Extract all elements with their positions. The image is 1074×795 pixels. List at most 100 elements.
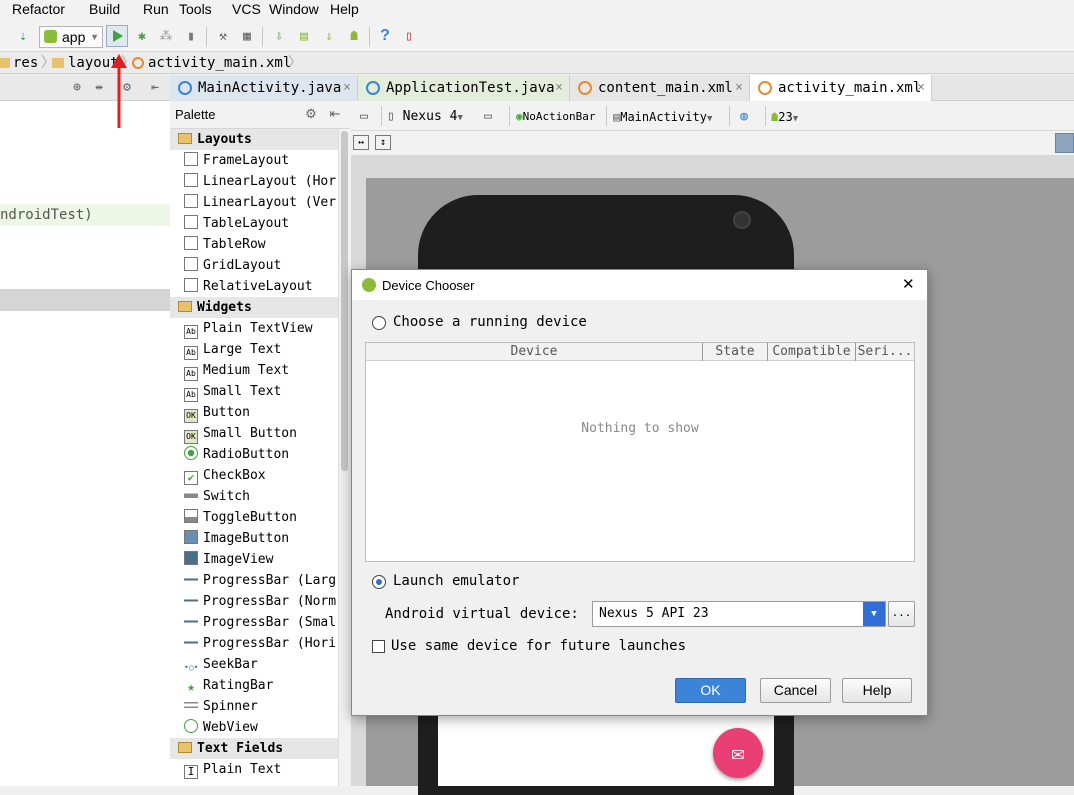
- same-device-checkbox[interactable]: [372, 640, 385, 653]
- menu-help[interactable]: Help: [330, 0, 359, 18]
- zoom-icon[interactable]: [1055, 133, 1074, 153]
- help-icon[interactable]: ?: [376, 27, 394, 45]
- theme-select[interactable]: ◉NoActionBar: [516, 107, 595, 127]
- column-compatible[interactable]: Compatible: [768, 343, 856, 361]
- palette-item-switch[interactable]: Switch: [170, 486, 338, 507]
- android-monitor-icon[interactable]: ☗: [345, 27, 363, 45]
- palette-item-linearlayout-h[interactable]: LinearLayout (Hor: [170, 171, 338, 192]
- palette-item-button[interactable]: OK Button: [170, 402, 338, 423]
- ok-button[interactable]: OK: [675, 678, 746, 703]
- palette-item-tablerow[interactable]: TableRow: [170, 234, 338, 255]
- email-fab[interactable]: ✉: [713, 728, 763, 778]
- palette-item-large-text[interactable]: Ab Large Text: [170, 339, 338, 360]
- scrollbar-thumb[interactable]: [341, 131, 348, 471]
- globe-icon[interactable]: ◍: [735, 107, 753, 125]
- palette-item-tablelayout[interactable]: TableLayout: [170, 213, 338, 234]
- palette-item-progressbar-small[interactable]: ProgressBar (Smal: [170, 612, 338, 633]
- debug-icon[interactable]: ✱: [133, 27, 151, 45]
- hide-panel-icon[interactable]: ⇤: [146, 78, 164, 96]
- palette-item-plain-text[interactable]: I Plain Text: [170, 759, 338, 780]
- palette-item-imagebutton[interactable]: ImageButton: [170, 528, 338, 549]
- column-serial[interactable]: Seri...: [856, 343, 914, 361]
- project-structure-icon[interactable]: ▦: [238, 27, 256, 45]
- close-icon[interactable]: ×: [343, 75, 351, 101]
- palette-item-relativelayout[interactable]: RelativeLayout: [170, 276, 338, 297]
- close-icon[interactable]: ✕: [902, 275, 915, 293]
- palette-item-progressbar-large[interactable]: ProgressBar (Larg: [170, 570, 338, 591]
- palette-item-progressbar-horizontal[interactable]: ProgressBar (Hori: [170, 633, 338, 654]
- sync-gradle-icon[interactable]: ⇩: [270, 27, 288, 45]
- stop-icon[interactable]: ▮: [182, 27, 200, 45]
- tab-activity-main[interactable]: activity_main.xml ×: [750, 75, 932, 101]
- palette-item-small-text[interactable]: Ab Small Text: [170, 381, 338, 402]
- palette-item-checkbox[interactable]: ✔ CheckBox: [170, 465, 338, 486]
- palette-item-framelayout[interactable]: FrameLayout: [170, 150, 338, 171]
- radio-running-device[interactable]: [372, 316, 386, 330]
- device-frame-icon[interactable]: ▭: [355, 107, 373, 125]
- orientation-icon[interactable]: ▭: [479, 107, 497, 125]
- close-icon[interactable]: ×: [917, 75, 925, 101]
- menu-vcs[interactable]: VCS: [232, 0, 261, 18]
- palette-item-linearlayout-v[interactable]: LinearLayout (Ver: [170, 192, 338, 213]
- help-button[interactable]: Help: [842, 678, 912, 703]
- target-icon[interactable]: ⊕: [68, 78, 86, 96]
- make-project-icon[interactable]: ⇣: [14, 27, 32, 45]
- palette-item-togglebutton[interactable]: ToggleButton: [170, 507, 338, 528]
- palette-item-spinner[interactable]: Spinner: [170, 696, 338, 717]
- tab-applicationtest[interactable]: ApplicationTest.java ×: [358, 75, 570, 101]
- palette-category-text-fields[interactable]: Text Fields: [170, 738, 338, 759]
- column-device[interactable]: Device: [366, 343, 703, 361]
- wrench-icon[interactable]: ⚒: [214, 27, 232, 45]
- column-state[interactable]: State: [703, 343, 768, 361]
- device-select[interactable]: ▯ Nexus 4▼: [387, 107, 463, 127]
- close-icon[interactable]: ×: [735, 75, 743, 101]
- chevron-down-icon[interactable]: ▼: [863, 602, 885, 626]
- running-device-label[interactable]: Choose a running device: [393, 314, 587, 330]
- activity-select[interactable]: ▤MainActivity▼: [613, 107, 712, 127]
- palette-item-ratingbar[interactable]: ★ RatingBar: [170, 675, 338, 696]
- menu-refactor[interactable]: Refactor: [12, 0, 65, 18]
- palette-item-webview[interactable]: WebView: [170, 717, 338, 738]
- menu-run[interactable]: Run: [143, 0, 169, 18]
- palette-item-medium-text[interactable]: Ab Medium Text: [170, 360, 338, 381]
- run-config-select[interactable]: app ▼: [39, 26, 103, 48]
- menu-tools[interactable]: Tools: [179, 0, 212, 18]
- tree-row-androidtest[interactable]: ndroidTest): [0, 204, 170, 226]
- attach-debugger-icon[interactable]: ⁂: [157, 27, 175, 45]
- device-table[interactable]: Device State Compatible Seri... Nothing …: [365, 342, 915, 562]
- close-icon[interactable]: ×: [555, 75, 563, 101]
- avd-browse-button[interactable]: ...: [888, 601, 915, 627]
- menu-build[interactable]: Build: [89, 0, 120, 18]
- breadcrumb-file[interactable]: activity_main.xml: [148, 53, 291, 73]
- palette-item-gridlayout[interactable]: GridLayout: [170, 255, 338, 276]
- breadcrumb-res[interactable]: res: [13, 53, 38, 73]
- palette-category-widgets[interactable]: Widgets: [170, 297, 338, 318]
- palette-category-layouts[interactable]: Layouts: [170, 129, 338, 150]
- palette-item-seekbar[interactable]: •○• SeekBar: [170, 654, 338, 675]
- api-select[interactable]: ☗23▼: [771, 107, 798, 127]
- palette-item-plain-textview[interactable]: Ab Plain TextView: [170, 318, 338, 339]
- launch-emulator-label[interactable]: Launch emulator: [393, 573, 519, 589]
- menu-window[interactable]: Window: [269, 0, 319, 18]
- palette-item-imageview[interactable]: ImageView: [170, 549, 338, 570]
- tab-content-main[interactable]: content_main.xml ×: [570, 75, 750, 101]
- avd-manager-icon[interactable]: ▤: [295, 27, 313, 45]
- tree-row-selected[interactable]: [0, 289, 170, 311]
- run-button[interactable]: [106, 25, 128, 47]
- hide-panel-icon[interactable]: ⇤: [326, 105, 344, 123]
- palette-scrollbar[interactable]: [338, 129, 350, 786]
- tab-mainactivity[interactable]: MainActivity.java ×: [170, 75, 358, 101]
- gear-icon[interactable]: ⚙: [302, 105, 320, 123]
- device-monitor-icon[interactable]: ▯: [400, 27, 418, 45]
- avd-select[interactable]: Nexus 5 API 23 ▼: [592, 601, 886, 627]
- same-device-label[interactable]: Use same device for future launches: [391, 638, 686, 654]
- collapse-icon[interactable]: ⇹: [90, 78, 108, 96]
- palette-item-progressbar-normal[interactable]: ProgressBar (Norm: [170, 591, 338, 612]
- fit-height-icon[interactable]: ↕: [375, 135, 391, 150]
- fit-width-icon[interactable]: ↔: [353, 135, 369, 150]
- radio-launch-emulator[interactable]: [372, 575, 386, 589]
- sdk-manager-icon[interactable]: ⇓: [320, 27, 338, 45]
- cancel-button[interactable]: Cancel: [760, 678, 831, 703]
- palette-item-radiobutton[interactable]: RadioButton: [170, 444, 338, 465]
- palette-item-small-button[interactable]: OK Small Button: [170, 423, 338, 444]
